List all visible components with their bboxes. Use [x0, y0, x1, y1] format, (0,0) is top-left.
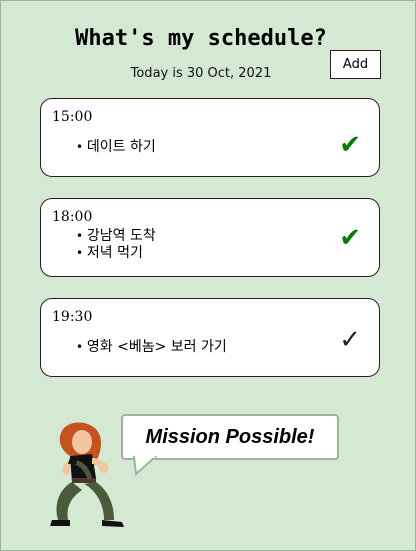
- page-title: What's my schedule?: [75, 26, 327, 51]
- task-item: 강남역 도착: [76, 228, 156, 245]
- task-list: 데이트 하기: [76, 139, 156, 156]
- schedule-time: 18:00: [52, 209, 93, 225]
- task-item: 영화 <베놈> 보러 가기: [76, 339, 227, 356]
- check-outline-icon[interactable]: ✓: [339, 327, 361, 353]
- character-illustration: [50, 422, 124, 527]
- schedule-card: 18:00 강남역 도착 저녁 먹기 ✔: [40, 198, 380, 277]
- schedule-card: 15:00 데이트 하기 ✔: [40, 98, 380, 177]
- task-list: 영화 <베놈> 보러 가기: [76, 339, 227, 356]
- task-item: 저녁 먹기: [76, 245, 156, 262]
- check-icon[interactable]: ✔: [339, 132, 361, 158]
- schedule-time: 15:00: [52, 109, 93, 125]
- schedule-card: 19:30 영화 <베놈> 보러 가기 ✓: [40, 298, 380, 377]
- speech-bubble: Mission Possible!: [121, 414, 339, 460]
- add-button[interactable]: Add: [330, 50, 381, 79]
- task-list: 강남역 도착 저녁 먹기: [76, 228, 156, 262]
- check-icon[interactable]: ✔: [339, 225, 361, 251]
- task-item: 데이트 하기: [76, 139, 156, 156]
- schedule-time: 19:30: [52, 309, 93, 325]
